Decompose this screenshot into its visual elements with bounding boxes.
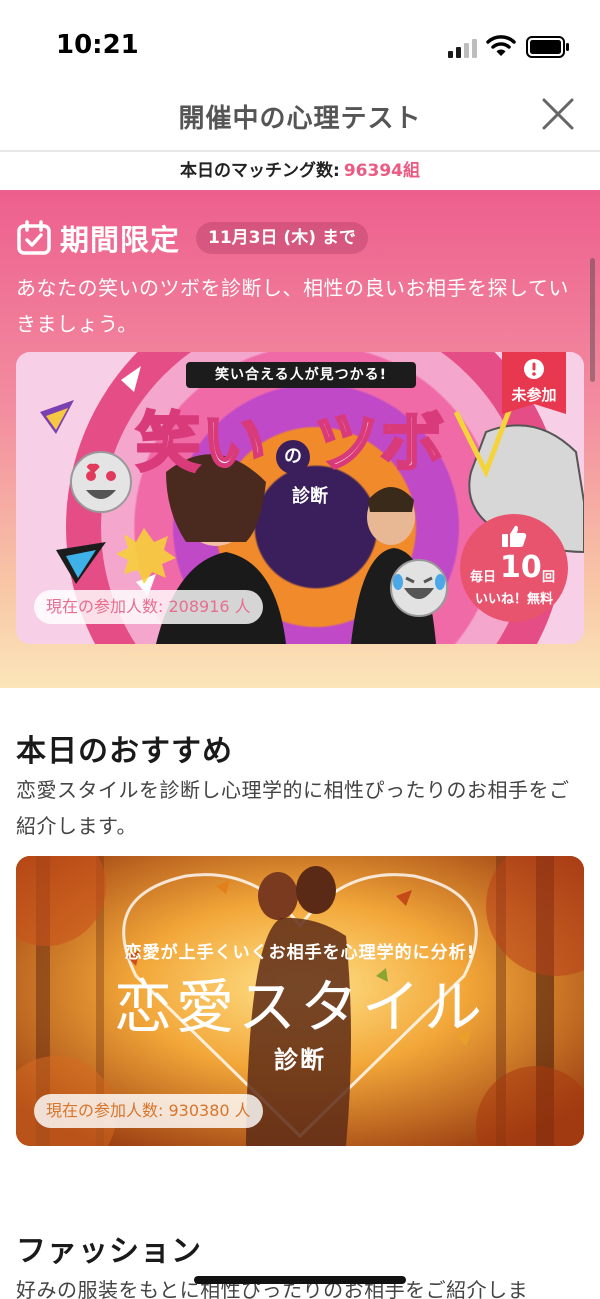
recommend-title: 本日のおすすめ [16, 734, 233, 769]
matching-count: 96394組 [343, 161, 420, 181]
daily-like-prefix: 毎日 [470, 570, 497, 585]
limited-time-section: 期間限定 11月3日 (木) まで あなたの笑いのツボを診断し、相性の良いお相手… [0, 190, 600, 688]
laugh-test-subtitle: 診断 [292, 486, 328, 507]
laugh-test-title-part2: ツボ [313, 406, 446, 483]
love-style-subtitle: 診断 [274, 1046, 326, 1074]
laugh-test-card[interactable]: 笑い合える人が見つかる! 笑い の ツボ 診断 未参加 毎日 10 回 いいね！… [16, 352, 584, 644]
page-title: 開催中の心理テスト [178, 104, 422, 134]
love-style-card[interactable]: 恋愛が上手くいくお相手を心理学的に分析! 恋愛スタイル 診断 現在の参加人数: … [16, 856, 584, 1146]
love-style-title: 恋愛スタイル [113, 973, 486, 1041]
wifi-icon [486, 35, 516, 56]
matching-count-bar: 本日のマッチング数: 96394組 [0, 154, 600, 190]
laugh-test-participants: 現在の参加人数: 208916 人 [34, 590, 263, 624]
deadline-badge: 11月3日 (木) まで [196, 222, 368, 254]
daily-like-unit: 回 [542, 570, 556, 585]
matching-label: 本日のマッチング数: [180, 161, 340, 181]
daily-like-badge: 毎日 10 回 いいね！無料 [460, 514, 568, 622]
close-icon[interactable] [538, 94, 578, 134]
recommend-description: 恋愛スタイルを診断し心理学的に相性ぴったりのお相手をご紹介します。 [16, 778, 570, 838]
daily-like-count: 10 [500, 550, 542, 585]
header: 開催中の心理テスト [0, 90, 600, 152]
status-badge-label: 未参加 [511, 386, 557, 404]
laugh-test-title: 笑い の ツボ [135, 392, 476, 483]
calendar-check-icon [17, 220, 51, 255]
status-time: 10:21 [56, 30, 139, 60]
battery-icon [526, 36, 569, 58]
screen: 10:21 開催中の心理テスト 本日のマッチング数: 96394組 期間限定 1… [0, 0, 600, 1299]
laugh-test-title-no: の [276, 440, 310, 474]
daily-like-free: いいね！無料 [474, 592, 553, 607]
laugh-test-tagline: 笑い合える人が見つかる! [186, 362, 416, 388]
thumbs-up-icon [502, 525, 527, 547]
love-style-participants: 現在の参加人数: 930380 人 [34, 1094, 263, 1128]
limited-description: あなたの笑いのツボを診断し、相性の良いお相手を探していきましょう。 [16, 276, 569, 336]
status-bar: 10:21 [0, 0, 600, 90]
status-badge: 未参加 [502, 352, 566, 426]
signal-icon [448, 38, 480, 58]
home-indicator[interactable] [194, 1276, 406, 1284]
scrollbar[interactable] [590, 258, 595, 382]
limited-header: 期間限定 11月3日 (木) まで [16, 218, 368, 258]
fashion-title: ファッション [16, 1234, 202, 1269]
laugh-test-title-part1: 笑い [135, 406, 268, 483]
alert-icon [524, 359, 544, 379]
limited-title: 期間限定 [60, 223, 181, 257]
